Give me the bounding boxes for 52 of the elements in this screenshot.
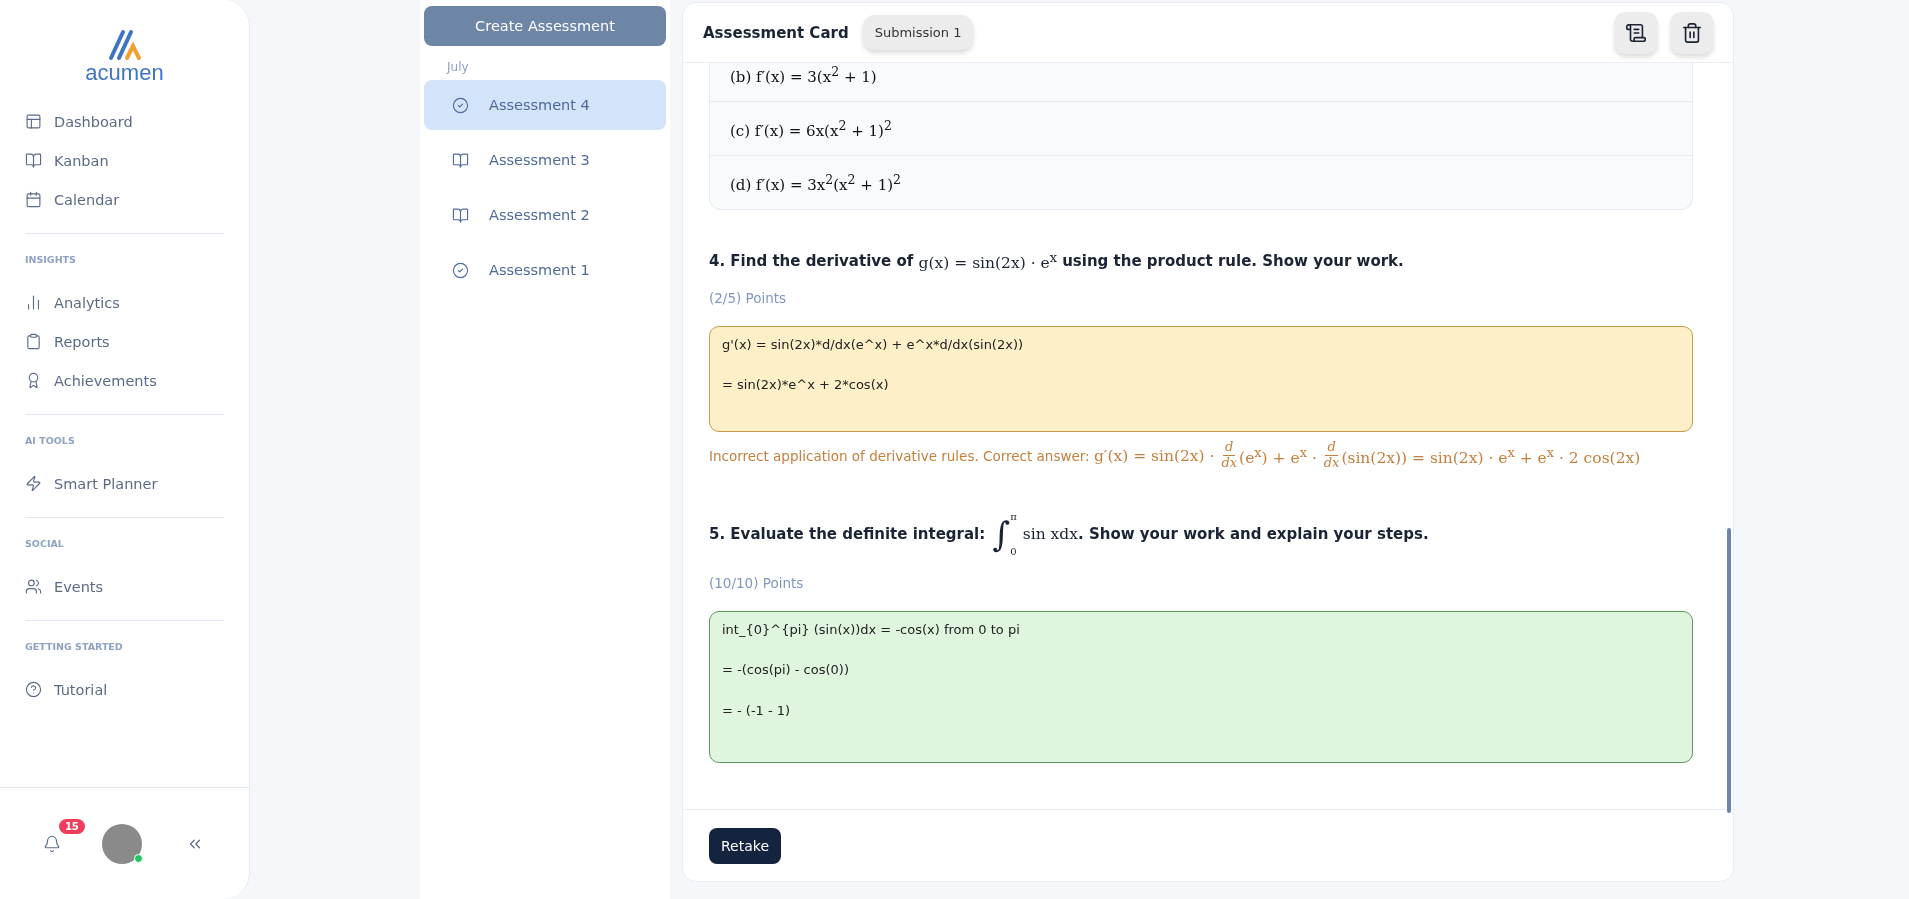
nav-item[interactable]: Analytics xyxy=(25,283,224,322)
people-icon xyxy=(25,578,42,595)
layout-icon xyxy=(25,113,42,130)
avatar[interactable] xyxy=(102,823,143,864)
nav-item[interactable]: Tutorial xyxy=(25,670,224,709)
clipboard-icon xyxy=(25,333,42,350)
book-icon xyxy=(25,152,42,169)
bell-icon xyxy=(42,834,61,853)
scroll-icon xyxy=(1625,21,1647,44)
answer-option: (b) f′(x) = 3(x$^{2}$ + 1) xyxy=(710,63,1692,101)
points-text: (2/5) Points xyxy=(709,290,788,307)
book-icon xyxy=(452,206,469,224)
nav-item[interactable]: Reports xyxy=(25,322,224,361)
assessment-item[interactable]: Assessment 3 xyxy=(424,135,666,185)
integral-sign: ∫ xyxy=(992,517,1011,552)
calendar-icon xyxy=(25,191,42,208)
assessment-item[interactable]: Assessment 4 xyxy=(424,80,666,130)
answer-option: (d) f′(x) = 3x$^{2}$(x$^{2}$ + 1)$^{2}$ xyxy=(710,155,1692,209)
nav-item[interactable]: Dashboard xyxy=(25,102,224,141)
help-icon xyxy=(25,681,42,698)
nav-item[interactable]: Kanban xyxy=(25,141,224,180)
question-text: 4. Find the derivative of g(x) = sin(2x) · e$^{x}$ using the product rule. Show your work. xyxy=(709,250,1405,273)
assessment-item[interactable]: Assessment 2 xyxy=(424,190,666,240)
nav-item[interactable]: Achievements xyxy=(25,361,224,400)
section-title: SOCIAL xyxy=(25,538,65,549)
bar-chart-icon xyxy=(25,294,42,311)
points-text: (10/10) Points xyxy=(709,575,805,592)
nav-item[interactable]: Smart Planner xyxy=(25,464,224,503)
submission-chip[interactable]: Submission 1 xyxy=(862,15,974,50)
section-title: GETTING STARTED xyxy=(25,641,124,652)
card-title: Assessment Card xyxy=(703,23,849,42)
answer-option: (c) f′(x) = 6x(x$^{2}$ + 1)$^{2}$ xyxy=(710,101,1692,155)
nav-item[interactable]: Calendar xyxy=(25,180,224,219)
check-circle-icon xyxy=(452,261,469,279)
delete-button[interactable] xyxy=(1671,11,1713,54)
scroll-button[interactable] xyxy=(1615,11,1657,54)
book-icon xyxy=(452,151,469,169)
section-title: INSIGHTS xyxy=(25,254,77,265)
scrollbar[interactable] xyxy=(1727,528,1731,813)
section-title: AI TOOLS xyxy=(25,435,76,446)
trash-icon xyxy=(1681,21,1703,44)
notification-badge: 15 xyxy=(58,818,85,834)
assessment-item[interactable]: Assessment 1 xyxy=(424,245,666,295)
answer-box[interactable]: g'(x) = sin(2x)*d/dx(e^x) + e^x*d/dx(sin(2x)) = sin(2x)*e^x + 2*cos(x) xyxy=(709,326,1693,433)
answer-box[interactable]: int_{0}^{pi} (sin(x))dx = -cos(x) from 0 to pi = -(cos(pi) - cos(0)) = - (-1 - 1) xyxy=(709,611,1693,764)
check-circle-icon xyxy=(452,96,469,114)
group-label: July xyxy=(447,60,470,74)
nav-item[interactable]: Events xyxy=(25,567,224,606)
retake-button[interactable]: Retake xyxy=(709,827,781,864)
create-assessment-button[interactable]: Create Assessment xyxy=(424,6,666,46)
lightning-icon xyxy=(25,475,42,492)
logo-text: acumen xyxy=(85,60,164,86)
